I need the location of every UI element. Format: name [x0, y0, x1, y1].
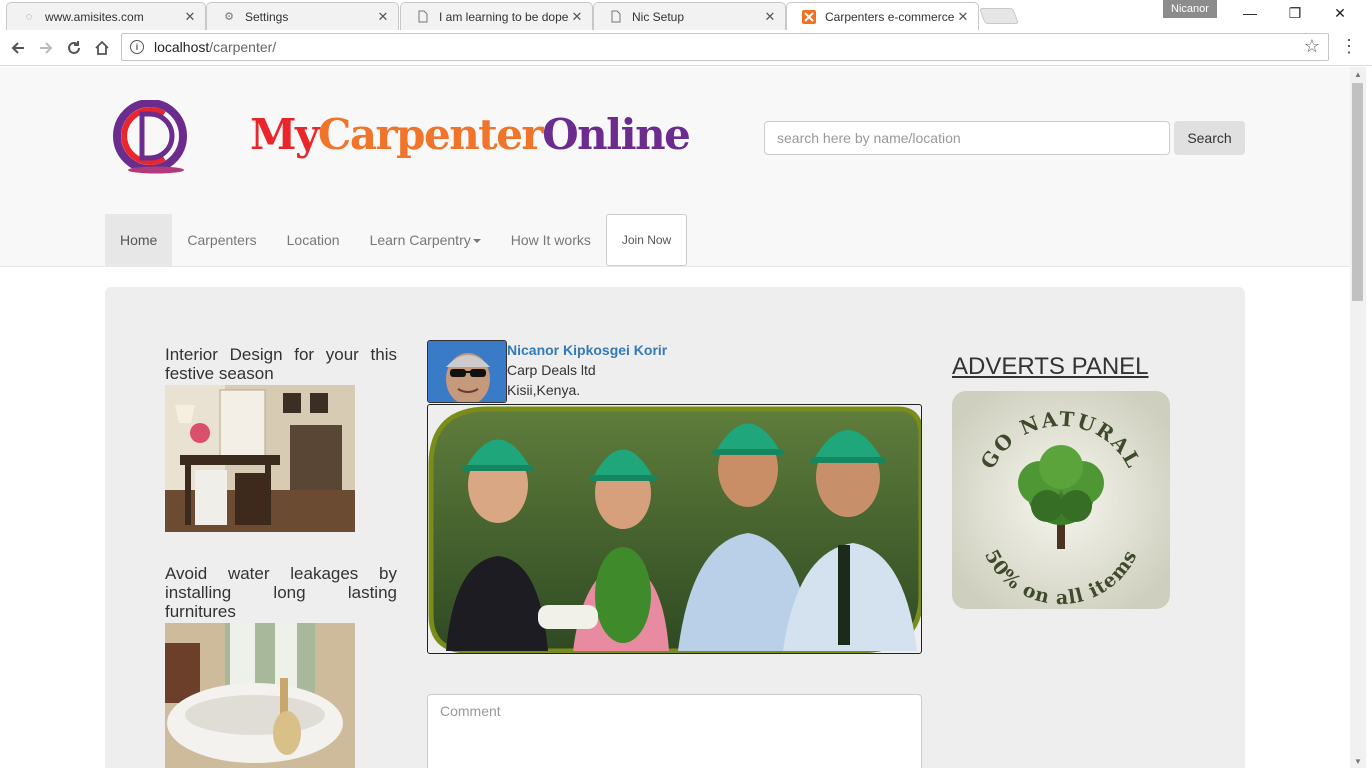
go-natural-advert[interactable]: GO NATURAL 50% on all items — [952, 391, 1170, 609]
browser-toolbar: i localhost/carpenter/ ☆ ⋮ — [0, 30, 1372, 66]
info-icon[interactable]: i — [130, 40, 144, 54]
window-close-icon[interactable]: ✕ — [1328, 4, 1352, 22]
close-tab-icon[interactable]: ✕ — [183, 9, 197, 25]
carpenter-name-link[interactable]: Nicanor Kipkosgei Korir — [507, 342, 667, 358]
profile-badge[interactable]: Nicanor — [1163, 0, 1217, 18]
url-path: /carpenter/ — [209, 39, 277, 55]
close-tab-icon[interactable]: ✕ — [376, 9, 390, 25]
adverts-panel-title[interactable]: ADVERTS PANEL — [952, 353, 1149, 381]
scroll-up-arrow-icon[interactable]: ▲ — [1354, 70, 1362, 79]
comment-textarea[interactable] — [427, 694, 922, 768]
globe-icon: ◌ — [25, 10, 33, 23]
article-title[interactable]: Interior Design for your this festive se… — [165, 345, 397, 383]
browser-tab[interactable]: I am learning to be dope ✕ — [400, 2, 593, 30]
site-logo-icon[interactable] — [112, 99, 188, 176]
browser-tab-active[interactable]: Carpenters e-commerce ✕ — [786, 2, 979, 31]
main-content-panel: Interior Design for your this festive se… — [105, 287, 1245, 768]
tab-title: www.amisites.com — [45, 9, 144, 24]
tab-title: Carpenters e-commerce — [825, 10, 955, 24]
main-navbar: Home Carpenters Location Learn Carpentry… — [105, 214, 688, 266]
close-tab-icon[interactable]: ✕ — [570, 9, 584, 25]
carpenter-team-image[interactable] — [427, 404, 922, 654]
page-icon — [608, 9, 624, 25]
nav-location[interactable]: Location — [272, 214, 355, 266]
new-tab-button[interactable] — [979, 8, 1019, 24]
nav-carpenters[interactable]: Carpenters — [172, 214, 271, 266]
carpenter-location: Kisii,Kenya. — [507, 382, 581, 398]
brand-part-my: My — [250, 110, 319, 159]
page-icon — [415, 9, 431, 25]
article-card: Avoid water leakages by installing long … — [165, 564, 397, 768]
nav-home[interactable]: Home — [105, 214, 173, 266]
browser-tab[interactable]: Nic Setup ✕ — [593, 2, 786, 30]
nav-how-it-works[interactable]: How It works — [496, 214, 606, 266]
scrollbar-thumb[interactable] — [1352, 83, 1363, 301]
browser-tab[interactable]: ⚙ Settings ✕ — [206, 2, 399, 30]
article-card: Interior Design for your this festive se… — [165, 345, 397, 532]
url-host: localhost — [154, 39, 210, 55]
browser-menu-icon[interactable]: ⋮ — [1340, 36, 1358, 60]
forward-icon[interactable] — [34, 36, 58, 60]
page-viewport: MyCarpenterOnline Search Home Carpenters… — [0, 67, 1350, 768]
minimize-icon[interactable]: — — [1238, 4, 1262, 22]
home-icon[interactable] — [90, 36, 114, 60]
avatar[interactable] — [427, 340, 507, 403]
close-tab-icon[interactable]: ✕ — [956, 9, 970, 25]
browser-tab-strip: ◌ www.amisites.com ✕ ⚙ Settings ✕ I am l… — [0, 0, 1372, 31]
search-input[interactable] — [764, 121, 1170, 155]
page-scrollbar[interactable]: ▲ ▼ — [1350, 67, 1366, 768]
site-header: MyCarpenterOnline Search Home Carpenters… — [0, 67, 1350, 267]
tab-title: Nic Setup — [632, 9, 685, 24]
nav-learn-carpentry[interactable]: Learn Carpentry — [355, 214, 496, 266]
tab-title: Settings — [245, 9, 289, 24]
bookmark-star-icon[interactable]: ☆ — [1304, 36, 1320, 57]
back-icon[interactable] — [6, 36, 30, 60]
scroll-down-arrow-icon[interactable]: ▼ — [1354, 757, 1362, 766]
bathroom-furniture-image[interactable] — [165, 623, 355, 768]
articles-column: Interior Design for your this festive se… — [165, 345, 397, 768]
restore-icon[interactable]: ❐ — [1283, 4, 1307, 22]
browser-tab[interactable]: ◌ www.amisites.com ✕ — [6, 2, 206, 30]
nav-learn-carpentry-label: Learn Carpentry — [369, 232, 471, 248]
reload-icon[interactable] — [62, 36, 86, 60]
caret-down-icon — [472, 239, 481, 243]
brand-part-online: Online — [542, 110, 691, 159]
gear-icon: ⚙ — [224, 11, 234, 23]
close-tab-icon[interactable]: ✕ — [763, 9, 777, 25]
site-brand-title[interactable]: MyCarpenterOnline — [250, 103, 691, 167]
carpenter-company: Carp Deals ltd — [507, 362, 596, 378]
interior-design-image[interactable] — [165, 385, 355, 532]
article-title[interactable]: Avoid water leakages by installing long … — [165, 564, 397, 621]
search-button[interactable]: Search — [1174, 121, 1245, 155]
address-bar[interactable]: i localhost/carpenter/ ☆ — [121, 33, 1329, 61]
xampp-icon — [801, 9, 817, 25]
brand-part-carpenter: Carpenter — [317, 110, 544, 159]
tab-title: I am learning to be dope — [439, 9, 569, 24]
join-now-button[interactable]: Join Now — [605, 214, 688, 266]
